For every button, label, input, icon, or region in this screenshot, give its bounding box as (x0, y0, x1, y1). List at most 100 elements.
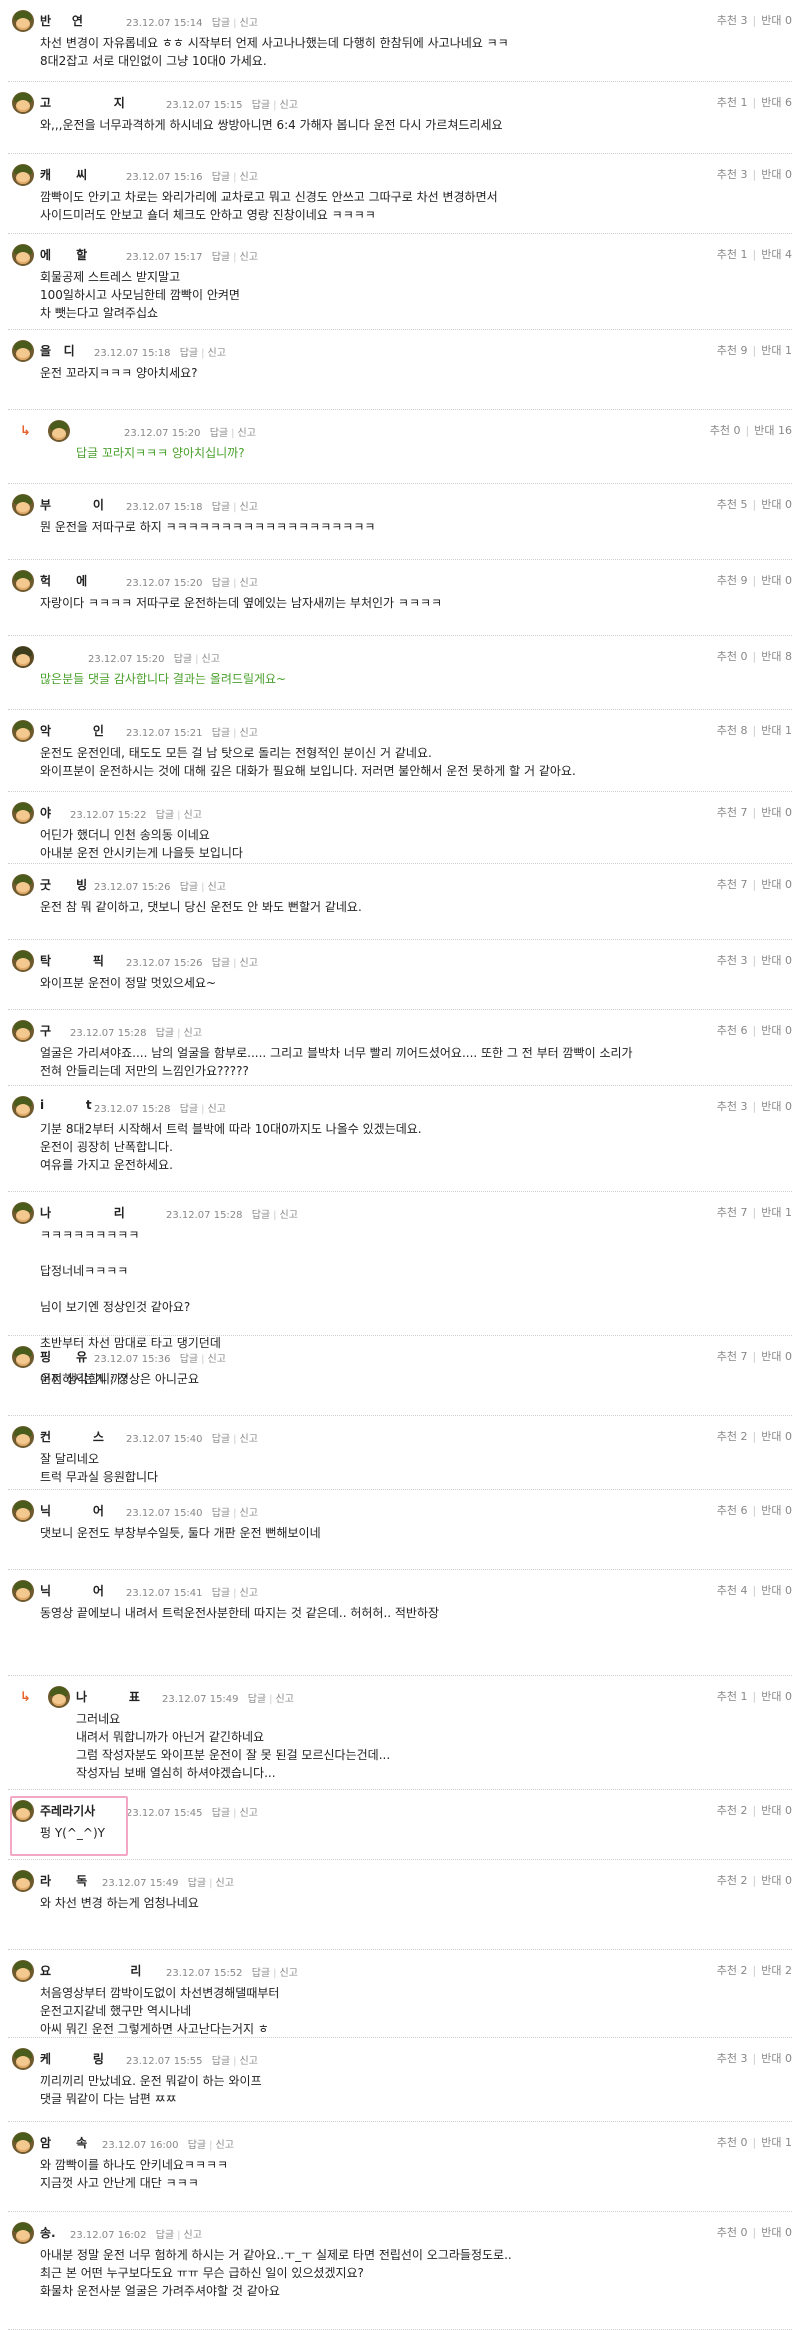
oppose-button[interactable]: 반대 (761, 498, 781, 511)
recommend-button[interactable]: 추천 (717, 2226, 737, 2239)
recommend-button[interactable]: 추천 (717, 1804, 737, 1817)
recommend-button[interactable]: 추천 (717, 650, 737, 663)
oppose-button[interactable]: 반대 (761, 1430, 781, 1443)
oppose-button[interactable]: 반대 (761, 2136, 781, 2149)
oppose-button[interactable]: 반대 (761, 1350, 781, 1363)
oppose-button[interactable]: 반대 (761, 1504, 781, 1517)
avatar[interactable] (48, 1686, 70, 1708)
report-link[interactable]: 신고 (240, 502, 258, 513)
recommend-button[interactable]: 추천 (710, 424, 730, 437)
recommend-button[interactable]: 추천 (717, 2136, 737, 2149)
reply-link[interactable]: 답글 (252, 100, 270, 111)
avatar[interactable] (12, 1346, 34, 1368)
nickname[interactable]: 컨 스 (40, 1428, 104, 1445)
report-link[interactable]: 신고 (240, 2056, 258, 2067)
oppose-button[interactable]: 반대 (761, 96, 781, 109)
oppose-button[interactable]: 반대 (761, 1874, 781, 1887)
nickname[interactable]: 암 속 (40, 2134, 87, 2151)
oppose-button[interactable]: 반대 (761, 1206, 781, 1219)
report-link[interactable]: 신고 (208, 1354, 226, 1365)
oppose-button[interactable]: 반대 (761, 1964, 781, 1977)
nickname[interactable]: 을 디 (40, 342, 75, 359)
nickname[interactable]: 악 인 (40, 722, 104, 739)
reply-link[interactable]: 답글 (212, 1434, 230, 1445)
reply-link[interactable]: 답글 (212, 1808, 230, 1819)
nickname[interactable]: 라 독 (40, 1872, 87, 1889)
recommend-button[interactable]: 추천 (717, 1584, 737, 1597)
avatar[interactable] (12, 802, 34, 824)
nickname[interactable]: 송. (40, 2224, 56, 2241)
avatar[interactable] (12, 1020, 34, 1042)
reply-link[interactable]: 답글 (212, 578, 230, 589)
reply-link[interactable]: 답글 (180, 348, 198, 359)
nickname[interactable]: 케 링 (40, 2050, 104, 2067)
avatar[interactable] (12, 950, 34, 972)
report-link[interactable]: 신고 (240, 1588, 258, 1599)
reply-link[interactable]: 답글 (212, 958, 230, 969)
report-link[interactable]: 신고 (184, 810, 202, 821)
report-link[interactable]: 신고 (240, 958, 258, 969)
reply-link[interactable]: 답글 (212, 502, 230, 513)
avatar[interactable] (12, 1426, 34, 1448)
nickname[interactable]: 헉 에 (40, 572, 87, 589)
report-link[interactable]: 신고 (280, 100, 298, 111)
nickname[interactable]: 탁 픽 (40, 952, 104, 969)
report-link[interactable]: 신고 (216, 1878, 234, 1889)
recommend-button[interactable]: 추천 (717, 1430, 737, 1443)
reply-link[interactable]: 답글 (180, 882, 198, 893)
report-link[interactable]: 신고 (216, 2140, 234, 2151)
reply-link[interactable]: 답글 (188, 2140, 206, 2151)
reply-link[interactable]: 답글 (188, 1878, 206, 1889)
report-link[interactable]: 신고 (240, 172, 258, 183)
report-link[interactable]: 신고 (280, 1968, 298, 1979)
reply-link[interactable]: 답글 (156, 1028, 174, 1039)
nickname[interactable]: 고 지 (40, 94, 125, 111)
nickname[interactable]: 닉 어 (40, 1502, 104, 1519)
reply-link[interactable]: 답글 (212, 172, 230, 183)
nickname[interactable]: 요 리 (40, 1962, 141, 1979)
avatar[interactable] (12, 10, 34, 32)
recommend-button[interactable]: 추천 (717, 498, 737, 511)
recommend-button[interactable]: 추천 (717, 1874, 737, 1887)
reply-link[interactable]: 답글 (252, 1968, 270, 1979)
oppose-button[interactable]: 반대 (761, 14, 781, 27)
oppose-button[interactable]: 반대 (754, 424, 774, 437)
report-link[interactable]: 신고 (240, 18, 258, 29)
reply-link[interactable]: 답글 (212, 252, 230, 263)
recommend-button[interactable]: 추천 (717, 96, 737, 109)
reply-link[interactable]: 답글 (212, 728, 230, 739)
avatar[interactable] (12, 494, 34, 516)
oppose-button[interactable]: 반대 (761, 1584, 781, 1597)
reply-link[interactable]: 답글 (212, 2056, 230, 2067)
oppose-button[interactable]: 반대 (761, 1804, 781, 1817)
recommend-button[interactable]: 추천 (717, 1964, 737, 1977)
report-link[interactable]: 신고 (240, 728, 258, 739)
reply-link[interactable]: 답글 (180, 1354, 198, 1365)
recommend-button[interactable]: 추천 (717, 2052, 737, 2065)
reply-link[interactable]: 답글 (212, 18, 230, 29)
avatar[interactable] (12, 1960, 34, 1982)
recommend-button[interactable]: 추천 (717, 1100, 737, 1113)
report-link[interactable]: 신고 (184, 2230, 202, 2241)
reply-link[interactable]: 답글 (180, 1104, 198, 1115)
nickname[interactable]: 에 할 (40, 246, 87, 263)
recommend-button[interactable]: 추천 (717, 574, 737, 587)
avatar[interactable] (12, 2132, 34, 2154)
avatar[interactable] (12, 720, 34, 742)
reply-link[interactable]: 답글 (212, 1588, 230, 1599)
avatar[interactable] (12, 1096, 34, 1118)
nickname[interactable]: 반 연 (40, 12, 83, 29)
recommend-button[interactable]: 추천 (717, 806, 737, 819)
avatar[interactable] (12, 1202, 34, 1224)
reply-link[interactable]: 답글 (248, 1694, 266, 1705)
avatar[interactable] (12, 1500, 34, 1522)
avatar[interactable] (12, 92, 34, 114)
avatar[interactable] (48, 420, 70, 442)
avatar[interactable] (12, 1870, 34, 1892)
nickname[interactable]: 나 표 (76, 1688, 140, 1705)
nickname[interactable]: 캐 씨 (40, 166, 87, 183)
nickname[interactable]: i t (40, 1098, 92, 1112)
oppose-button[interactable]: 반대 (761, 2226, 781, 2239)
report-link[interactable]: 신고 (240, 1508, 258, 1519)
report-link[interactable]: 신고 (184, 1028, 202, 1039)
